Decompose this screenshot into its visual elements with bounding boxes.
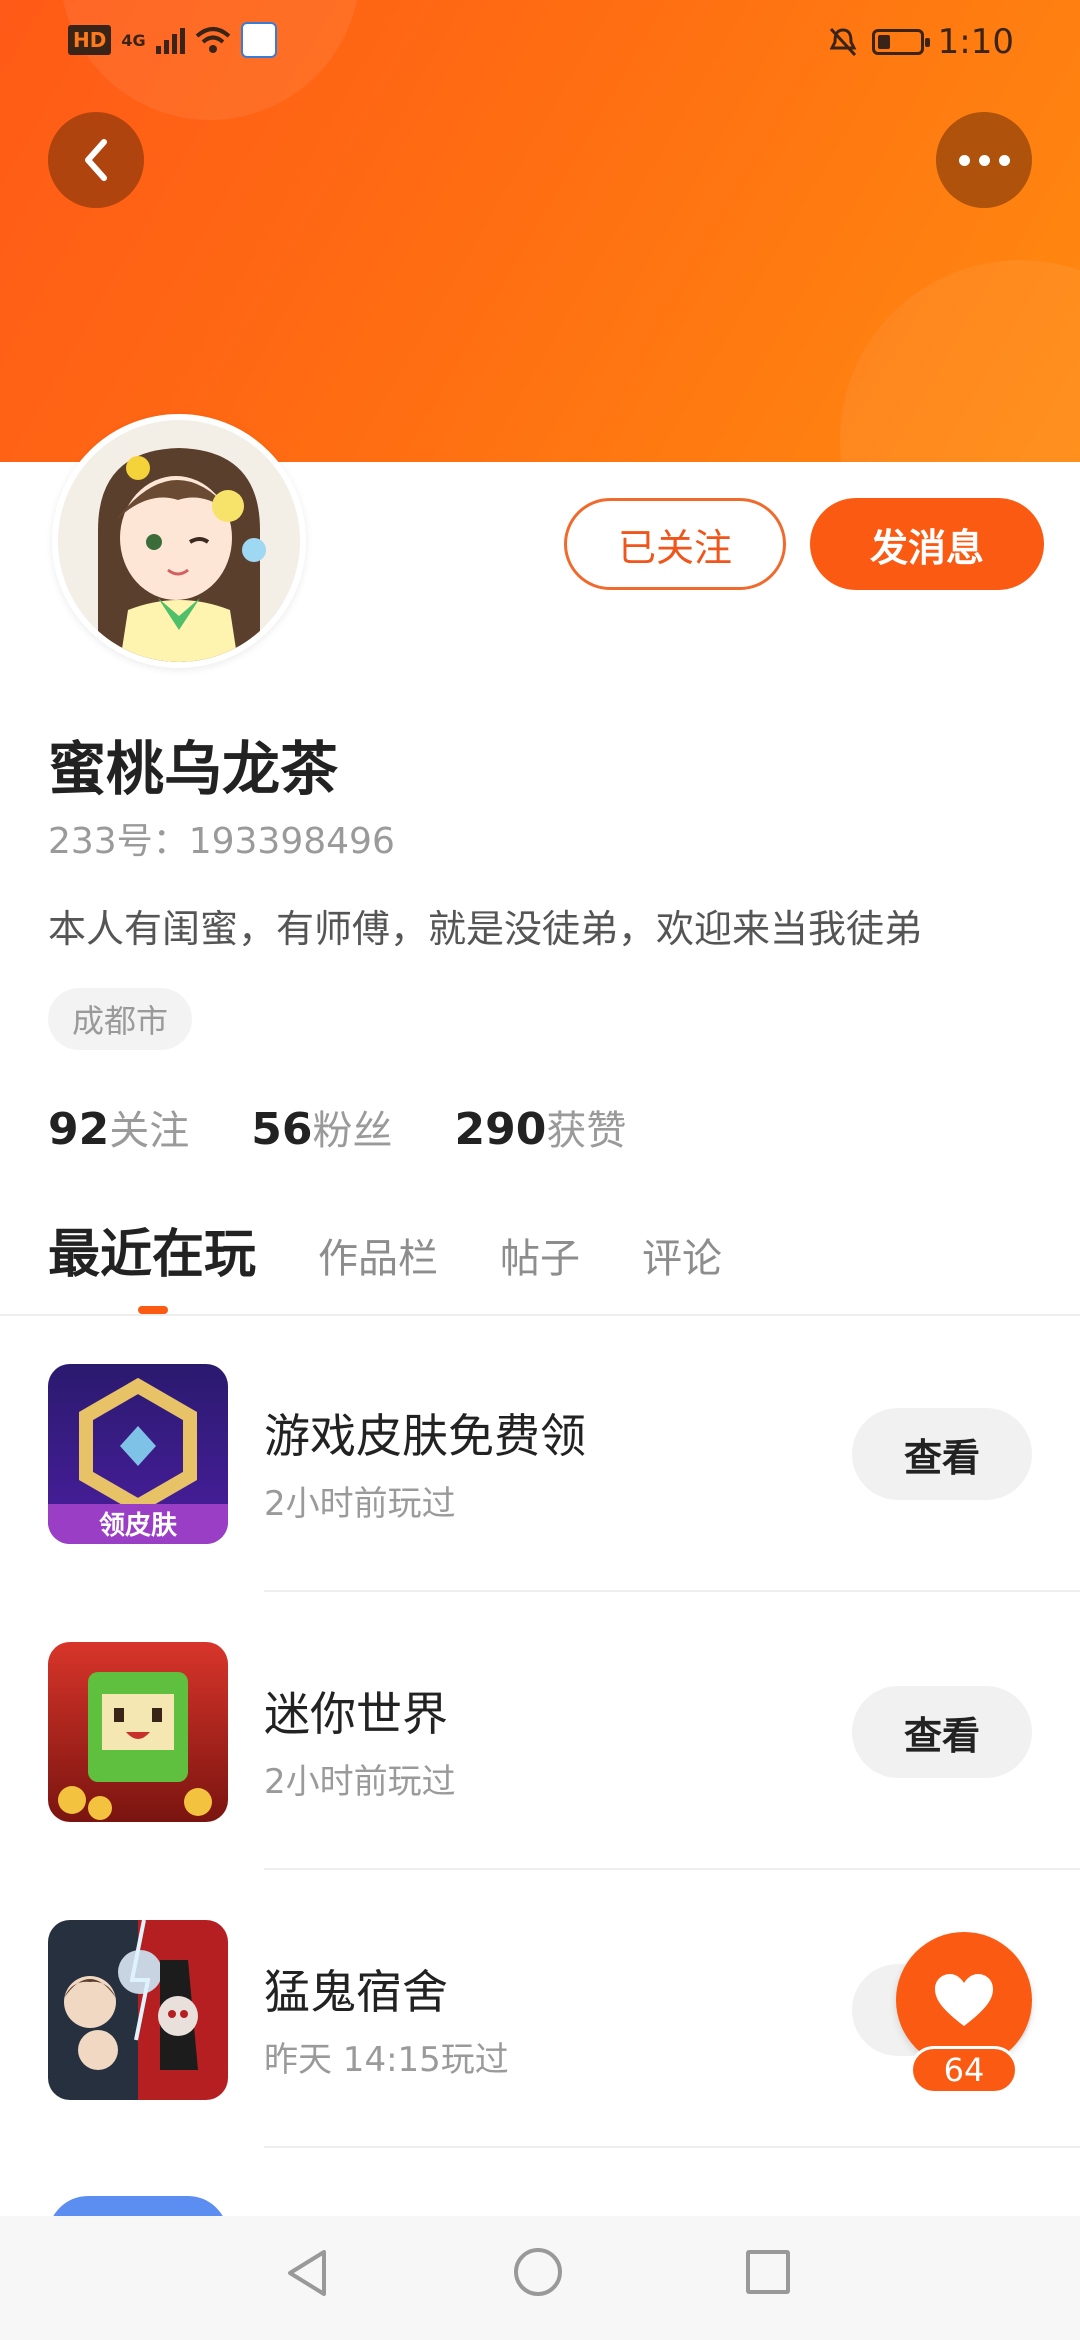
profile-page: HD 4G 1:10 已关注 发消息 蜜桃乌龙茶 233号：193398496 … <box>0 0 1080 2340</box>
nickname: 蜜桃乌龙茶 <box>48 735 339 803</box>
view-button[interactable]: 查看 <box>852 1686 1032 1778</box>
chevron-left-icon <box>85 139 107 181</box>
stat-value: 56 <box>251 1104 313 1155</box>
user-id: 233号：193398496 <box>48 821 395 862</box>
signal-icon <box>155 26 185 54</box>
divider <box>0 1314 1080 1316</box>
avatar[interactable] <box>52 414 306 668</box>
stat-following[interactable]: 92关注 <box>48 1098 189 1156</box>
battery-icon <box>871 29 930 55</box>
like-count: 64 <box>910 2046 1018 2094</box>
wifi-icon <box>195 27 230 53</box>
banner-decoration <box>840 260 1080 462</box>
clock: 1:10 <box>937 22 1014 62</box>
status-bar: HD 4G 1:10 <box>0 0 1080 90</box>
game-icon: 领皮肤 <box>48 1364 228 1544</box>
system-nav-bar <box>0 2216 1080 2340</box>
send-message-button[interactable]: 发消息 <box>810 498 1044 590</box>
tab-bar: 最近在玩 作品栏 帖子 评论 <box>48 1212 722 1287</box>
heart-icon <box>935 1974 993 2026</box>
game-name: 猛鬼宿舍 <box>264 1965 448 2019</box>
nav-back-icon[interactable] <box>282 2246 332 2300</box>
bio: 本人有闺蜜，有师傅，就是没徒弟，欢迎来当我徒弟 <box>48 907 923 951</box>
divider <box>264 2146 1080 2148</box>
stat-value: 92 <box>48 1104 110 1155</box>
divider <box>264 1868 1080 1870</box>
tab-works[interactable]: 作品栏 <box>318 1226 438 1284</box>
last-played: 2小时前玩过 <box>264 1762 456 1802</box>
mute-bell-icon <box>829 27 857 57</box>
stat-followers[interactable]: 56粉丝 <box>251 1098 392 1156</box>
stat-label: 获赞 <box>546 1108 627 1154</box>
tab-posts[interactable]: 帖子 <box>500 1226 580 1284</box>
active-tab-indicator <box>138 1306 168 1314</box>
follow-status-button[interactable]: 已关注 <box>564 498 786 590</box>
game-icon <box>48 1642 228 1822</box>
game-name: 游戏皮肤免费领 <box>264 1409 586 1463</box>
nav-home-icon[interactable] <box>514 2248 562 2296</box>
city-tag: 成都市 <box>48 988 193 1050</box>
stat-label: 粉丝 <box>312 1108 393 1154</box>
network-type: 4G <box>121 30 146 50</box>
tab-recently-played[interactable]: 最近在玩 <box>48 1212 256 1287</box>
last-played: 2小时前玩过 <box>264 1484 456 1524</box>
list-item[interactable]: 领皮肤 游戏皮肤免费领 2小时前玩过 查看 <box>0 1364 1080 1642</box>
divider <box>264 1590 1080 1592</box>
stats-row: 92关注 56粉丝 290获赞 <box>48 1098 626 1156</box>
app-notification-icon <box>240 22 277 58</box>
last-played: 昨天 14:15玩过 <box>264 2040 509 2080</box>
game-name: 迷你世界 <box>264 1687 448 1741</box>
icon-label: 领皮肤 <box>99 1510 178 1541</box>
nav-recent-icon[interactable] <box>746 2250 790 2294</box>
stat-value: 290 <box>454 1104 547 1155</box>
avatar-image <box>58 420 300 662</box>
stat-likes[interactable]: 290获赞 <box>454 1098 626 1156</box>
list-item[interactable]: 迷你世界 2小时前玩过 查看 <box>0 1642 1080 1920</box>
more-button[interactable] <box>936 112 1032 208</box>
back-button[interactable] <box>48 112 144 208</box>
hd-badge: HD <box>68 25 112 55</box>
view-button[interactable]: 查看 <box>852 1408 1032 1500</box>
more-dots-icon <box>958 154 1010 166</box>
stat-label: 关注 <box>109 1108 190 1154</box>
game-icon <box>48 1920 228 2100</box>
tab-comments[interactable]: 评论 <box>642 1226 722 1284</box>
